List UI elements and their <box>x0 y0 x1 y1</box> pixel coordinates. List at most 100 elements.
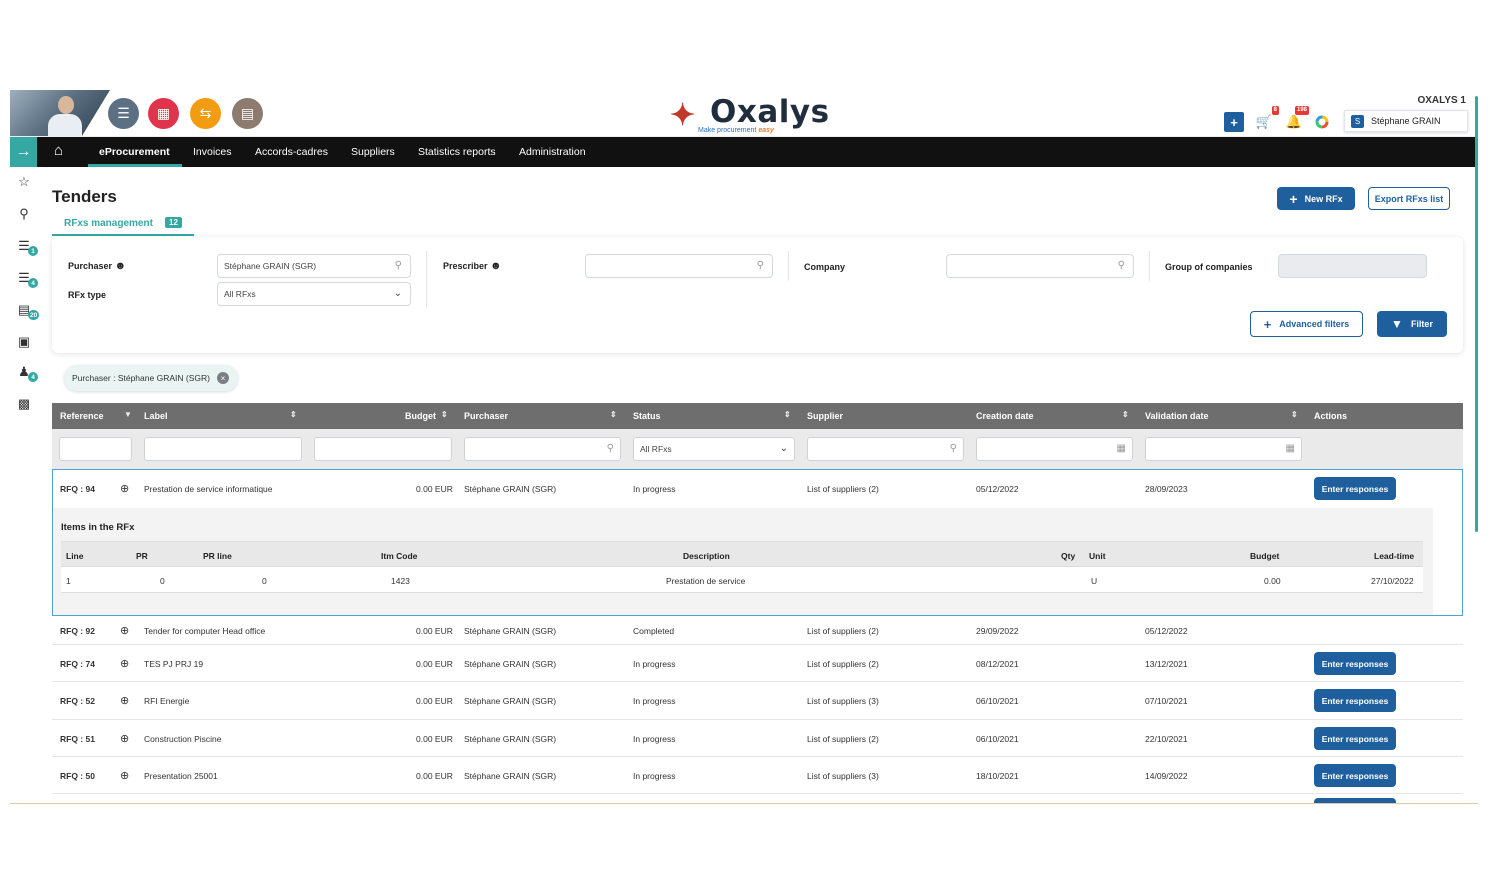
sort-icon[interactable]: ⇕ <box>290 410 297 419</box>
items-panel: Items in the RFx Line PR PR line Itm Cod… <box>53 508 1433 615</box>
add-button[interactable]: + <box>1224 112 1244 132</box>
app-window: ☰ ▦ ⇆ ▤ ✦ Oxalys Make procurement easy O… <box>10 90 1478 804</box>
col-budget[interactable]: Budget <box>405 411 436 421</box>
search-icon: ⚲ <box>1117 260 1125 271</box>
checklist-icon[interactable]: ☰ 4 <box>15 269 38 288</box>
reference-filter-input[interactable] <box>59 437 132 461</box>
tab-rfxs-management[interactable]: RFxs management <box>64 218 153 229</box>
prescriber-label: Prescriber ☻ <box>443 260 502 272</box>
budget-filter-input[interactable] <box>314 437 452 461</box>
purchaser-label: Purchaser ☻ <box>68 260 127 272</box>
search-icon: ⚲ <box>606 443 614 454</box>
user-name: Stéphane GRAIN <box>1371 116 1441 126</box>
nav-suppliers[interactable]: Suppliers <box>351 146 395 158</box>
new-rfx-button[interactable]: + New RFx <box>1277 187 1355 210</box>
filter-button[interactable]: ▼ Filter <box>1377 311 1447 337</box>
company-label: Company <box>804 262 846 272</box>
zoom-icon[interactable]: ⊕ <box>120 482 129 495</box>
sort-icon[interactable]: ⇕ <box>1291 410 1298 419</box>
left-rail: ☆ ⚲ ☰ 1 ☰ 4 ▤ 20 ▣ ♟ 4 ▩ <box>10 167 44 803</box>
oxalys-logo[interactable]: ✦ Oxalys Make procurement easy <box>670 92 830 136</box>
zoom-icon[interactable]: ⊕ <box>120 769 129 782</box>
list-icon[interactable]: ☰ 1 <box>15 237 38 256</box>
enter-responses-button[interactable]: Enter responses <box>1314 652 1396 675</box>
bell-icon[interactable]: 🔔 198 <box>1284 106 1309 132</box>
cart-icon[interactable]: 🛒 8 <box>1254 106 1279 132</box>
main-nav: → ⌂ eProcurement Invoices Accords-cadres… <box>10 137 1475 167</box>
id-card-icon[interactable]: ▩ <box>15 395 33 413</box>
company-input[interactable]: ⚲ <box>946 254 1134 278</box>
enter-responses-button[interactable]: Enter responses <box>1314 727 1396 750</box>
calendar-icon: ▦ <box>1116 443 1126 454</box>
user-assign-icon[interactable]: ♟ 4 <box>15 363 38 382</box>
group-of-companies-input[interactable] <box>1278 254 1427 278</box>
table-header: Reference ▼ Label ⇕ Budget ⇕ Purchaser ⇕ Sta… <box>52 403 1463 429</box>
search-icon: ⚲ <box>756 260 764 271</box>
nav-accords-cadres[interactable]: Accords-cadres <box>255 146 328 158</box>
supplier-filter-input[interactable]: ⚲ <box>807 437 964 461</box>
col-creation-date[interactable]: Creation date <box>976 411 1034 421</box>
analytics-module-icon[interactable]: ▦ <box>148 98 179 129</box>
export-rfxs-button[interactable]: Export RFxs list <box>1368 187 1450 210</box>
label-filter-input[interactable] <box>144 437 302 461</box>
col-supplier[interactable]: Supplier <box>807 411 843 421</box>
zoom-icon[interactable]: ⊕ <box>120 624 129 637</box>
sort-icon[interactable]: ⇕ <box>784 410 791 419</box>
table-row[interactable]: RFQ : 92 ⊕ Tender for computer Head offi… <box>52 616 1463 645</box>
nav-statistics-reports[interactable]: Statistics reports <box>418 146 496 158</box>
logo-tagline: Make procurement easy <box>698 127 774 134</box>
table-row[interactable]: RFQ : 74 ⊕ TES PJ PRJ 19 0.00 EUR Stépha… <box>52 645 1463 682</box>
table-row[interactable]: RFQ : 50 ⊕ Presentation 25001 0.00 EUR S… <box>52 757 1463 794</box>
zoom-icon[interactable]: ⊕ <box>120 694 129 707</box>
user-circle-icon: ☻ <box>490 260 502 272</box>
enter-responses-button[interactable]: Enter responses <box>1314 764 1396 787</box>
col-reference[interactable]: Reference <box>60 411 104 421</box>
col-status[interactable]: Status <box>633 411 661 421</box>
active-filter-chip[interactable]: Purchaser : Stéphane GRAIN (SGR) × <box>64 365 238 391</box>
enter-responses-button[interactable]: Enter responses <box>1314 477 1396 500</box>
creation-date-filter-input[interactable]: ▦ <box>976 437 1133 461</box>
sort-icon[interactable]: ⇕ <box>610 410 617 419</box>
exchange-module-icon[interactable]: ⇆ <box>190 98 221 129</box>
table-row[interactable]: RFQ : 52 ⊕ RFI Energie 0.00 EUR Stéphane… <box>52 682 1463 720</box>
nav-eprocurement[interactable]: eProcurement <box>99 146 170 158</box>
prescriber-input[interactable]: ⚲ <box>585 254 773 278</box>
search-icon[interactable]: ⚲ <box>15 205 33 223</box>
rfx-type-select[interactable]: All RFxs ⌄ <box>217 282 411 306</box>
status-filter-select[interactable]: All RFxs ⌄ <box>633 437 795 461</box>
enter-responses-button-partial[interactable] <box>1314 798 1396 803</box>
sort-icon[interactable]: ⇕ <box>1122 410 1129 419</box>
rail-badge: 4 <box>28 372 38 382</box>
star-icon[interactable]: ☆ <box>15 173 33 191</box>
column-filters: ⚲ All RFxs ⌄ ⚲ ▦ ▦ <box>52 429 1463 469</box>
page-scrollbar[interactable] <box>1475 96 1478 532</box>
advanced-filters-button[interactable]: + Advanced filters <box>1250 311 1363 337</box>
color-wheel-icon[interactable] <box>1312 112 1332 132</box>
col-validation-date[interactable]: Validation date <box>1145 411 1209 421</box>
box-icon[interactable]: ▣ <box>15 333 33 351</box>
zoom-icon[interactable]: ⊕ <box>120 732 129 745</box>
user-menu[interactable]: S Stéphane GRAIN <box>1344 110 1468 132</box>
document-module-icon[interactable]: ▤ <box>232 98 263 129</box>
close-icon[interactable]: × <box>216 372 229 384</box>
col-purchaser[interactable]: Purchaser <box>464 411 508 421</box>
purchaser-filter-input[interactable]: ⚲ <box>464 437 621 461</box>
chart-icon[interactable]: ▤ 20 <box>15 301 40 320</box>
user-initial: S <box>1351 114 1364 128</box>
home-icon[interactable]: ⌂ <box>54 142 63 159</box>
expand-rail-arrow-icon[interactable]: → <box>10 137 37 167</box>
validation-date-filter-input[interactable]: ▦ <box>1145 437 1302 461</box>
enter-responses-button[interactable]: Enter responses <box>1314 689 1396 712</box>
col-label[interactable]: Label <box>144 411 168 421</box>
nav-administration[interactable]: Administration <box>519 146 586 158</box>
table-row[interactable]: RFQ : 94 ⊕ Prestation de service informa… <box>53 470 1461 508</box>
nav-invoices[interactable]: Invoices <box>193 146 232 158</box>
zoom-icon[interactable]: ⊕ <box>120 657 129 670</box>
table-row[interactable]: RFQ : 51 ⊕ Construction Piscine 0.00 EUR… <box>52 720 1463 757</box>
layers-module-icon[interactable]: ☰ <box>108 98 139 129</box>
item-row: 1 0 0 1423 Prestation de service U 0.00 … <box>61 567 1423 593</box>
sort-icon[interactable]: ⇕ <box>441 410 448 419</box>
sort-down-icon[interactable]: ▼ <box>124 410 132 419</box>
purchaser-input[interactable]: Stéphane GRAIN (SGR) ⚲ <box>217 254 411 278</box>
items-title: Items in the RFx <box>61 522 135 533</box>
